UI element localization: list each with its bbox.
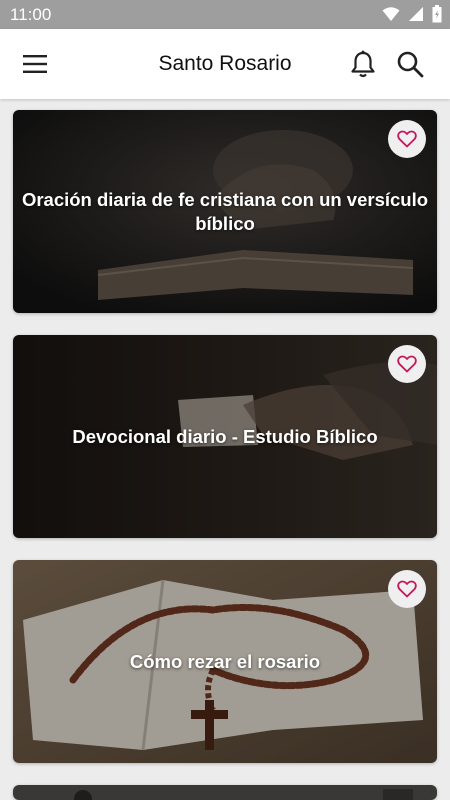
status-time: 11:00 <box>10 5 52 24</box>
wifi-icon <box>382 7 400 21</box>
favorite-button[interactable] <box>388 120 426 158</box>
card-title: Devocional diario - Estudio Bíblico <box>72 425 378 447</box>
heart-outline-icon <box>397 580 417 598</box>
status-bar: 11:00 <box>0 0 450 29</box>
favorite-button[interactable] <box>388 345 426 383</box>
status-icons <box>382 5 442 23</box>
battery-icon <box>432 5 442 23</box>
search-icon <box>397 51 424 78</box>
notifications-button[interactable] <box>346 47 380 81</box>
heart-outline-icon <box>397 130 417 148</box>
article-card[interactable]: Cómo rezar el rosario <box>13 560 437 763</box>
favorite-button[interactable] <box>388 570 426 608</box>
page-title: Santo Rosario <box>158 52 292 75</box>
article-card[interactable]: Oración diaria de fe cristiana con un ve… <box>13 110 437 313</box>
search-button[interactable] <box>393 47 427 81</box>
card-title: Cómo rezar el rosario <box>129 650 321 672</box>
app-bar: Santo Rosario <box>0 29 450 99</box>
article-card[interactable] <box>13 785 437 800</box>
card-title: Oración diaria de fe cristiana con un ve… <box>21 188 429 234</box>
bell-icon <box>351 50 375 78</box>
heart-outline-icon <box>397 355 417 373</box>
signal-icon <box>409 7 423 21</box>
card-image <box>13 785 437 800</box>
article-card[interactable]: Devocional diario - Estudio Bíblico <box>13 335 437 538</box>
